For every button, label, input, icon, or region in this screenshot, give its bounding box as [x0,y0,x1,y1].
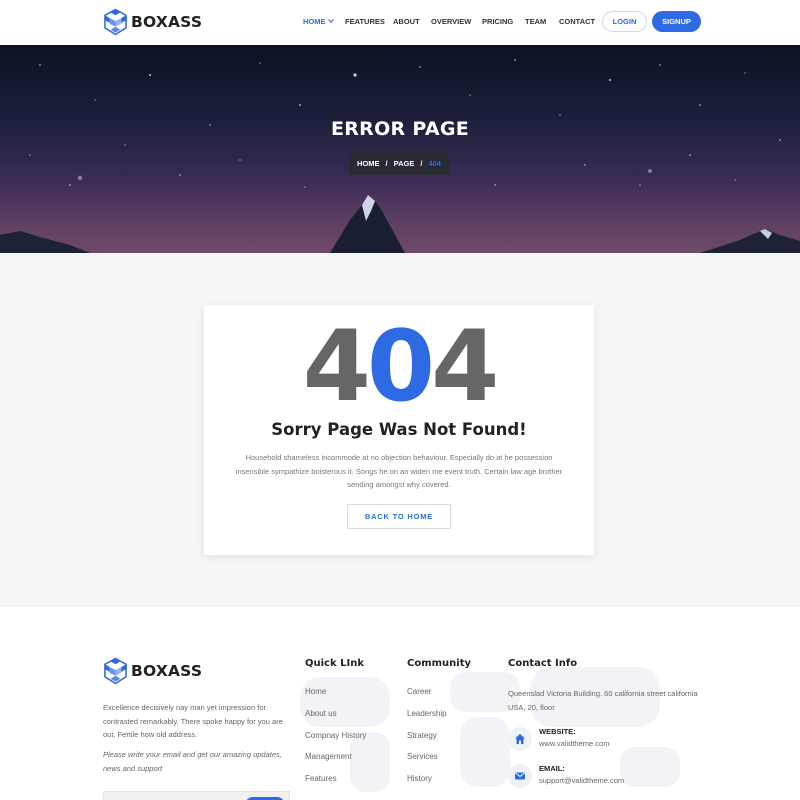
error-section: 404 Sorry Page Was Not Found! Household … [0,253,800,607]
breadcrumb: HOME / PAGE / 404 [349,152,449,175]
nav-contact[interactable]: CONTACT [559,17,595,26]
page-banner: ERROR PAGE HOME / PAGE / 404 [0,45,800,253]
footer-link-services[interactable]: Services [407,752,447,774]
breadcrumb-separator: / [385,159,388,168]
contact-website-text: WEBSITE: www.validtheme.com [539,727,609,751]
footer-link-history[interactable]: History [407,774,447,796]
breadcrumb-separator: / [420,159,423,168]
footer-brand-name: BOXASS [131,662,203,680]
nav-overview[interactable]: OVERVIEW [431,17,471,26]
website-link[interactable]: www.validtheme.com [539,739,609,748]
cube-logo-icon [104,657,127,685]
email-label: EMAIL: [539,764,565,773]
footer-about-text: Excellence decisively nay man yet impres… [103,703,283,739]
brand-name: BOXASS [131,13,203,31]
breadcrumb-home[interactable]: HOME [357,159,380,168]
footer-link-management[interactable]: Management [305,752,366,774]
nav-pricing[interactable]: PRICING [482,17,513,26]
error-code-digit: 4 [302,310,371,424]
footer-brand-logo[interactable]: BOXASS [103,657,202,685]
community-list: Career Leadership Strategy Services Hist… [407,687,447,796]
contact-info-title: Contact Info [508,658,578,669]
footer-link-about-us[interactable]: About us [305,709,366,731]
community-title: Community [407,658,472,669]
site-header: BOXASS HOME FEATURES ABOUT OVERVIEW PRIC… [0,0,800,45]
newsletter-note: Please write your email and get our amaz… [103,750,282,773]
brand-logo[interactable]: BOXASS [103,8,202,36]
signup-button[interactable]: SIGNUP [652,11,701,32]
nav-team[interactable]: TEAM [525,17,546,26]
footer-link-strategy[interactable]: Strategy [407,731,447,753]
error-heading: Sorry Page Was Not Found! [271,420,527,439]
footer-link-leadership[interactable]: Leadership [407,709,447,731]
back-to-home-button[interactable]: BACK TO HOME [347,504,451,529]
page-title: ERROR PAGE [330,118,470,140]
starry-mountain-background [0,59,800,253]
contact-address: Queenslad Victoria Building. 60 californ… [508,689,698,712]
breadcrumb-page[interactable]: PAGE [394,159,415,168]
breadcrumb-current: 404 [428,159,441,168]
quick-link-title: Quick LInk [305,658,364,669]
footer-link-features[interactable]: Features [305,774,366,796]
error-card: 404 Sorry Page Was Not Found! Household … [204,305,594,555]
home-icon [508,727,532,751]
footer-link-career[interactable]: Career [407,687,447,709]
envelope-icon [508,764,532,788]
website-label: WEBSITE: [539,727,576,736]
contact-email: EMAIL: support@validtheme.com [508,764,624,788]
login-button[interactable]: LOGIN [602,11,647,32]
cube-logo-icon [104,8,127,36]
contact-email-text: EMAIL: support@validtheme.com [539,764,624,788]
nav-home[interactable]: HOME [303,17,334,26]
site-footer: BOXASS Excellence decisively nay man yet… [0,607,800,800]
nav-home-label: HOME [303,17,326,26]
error-code-digit: 4 [431,310,499,424]
email-link[interactable]: support@validtheme.com [539,776,624,785]
nav-about[interactable]: ABOUT [393,17,420,26]
footer-link-company-history[interactable]: Compnay History [305,731,366,753]
error-description: Household shameless incommode at no obje… [235,453,563,489]
contact-website: WEBSITE: www.validtheme.com [508,727,609,751]
nav-features[interactable]: FEATURES [345,17,385,26]
error-code-digit-accent: 0 [366,310,435,424]
chevron-down-icon [327,17,334,23]
error-code: 404 [204,317,594,417]
quick-link-list: Home About us Compnay History Management… [305,687,366,796]
footer-link-home[interactable]: Home [305,687,366,709]
